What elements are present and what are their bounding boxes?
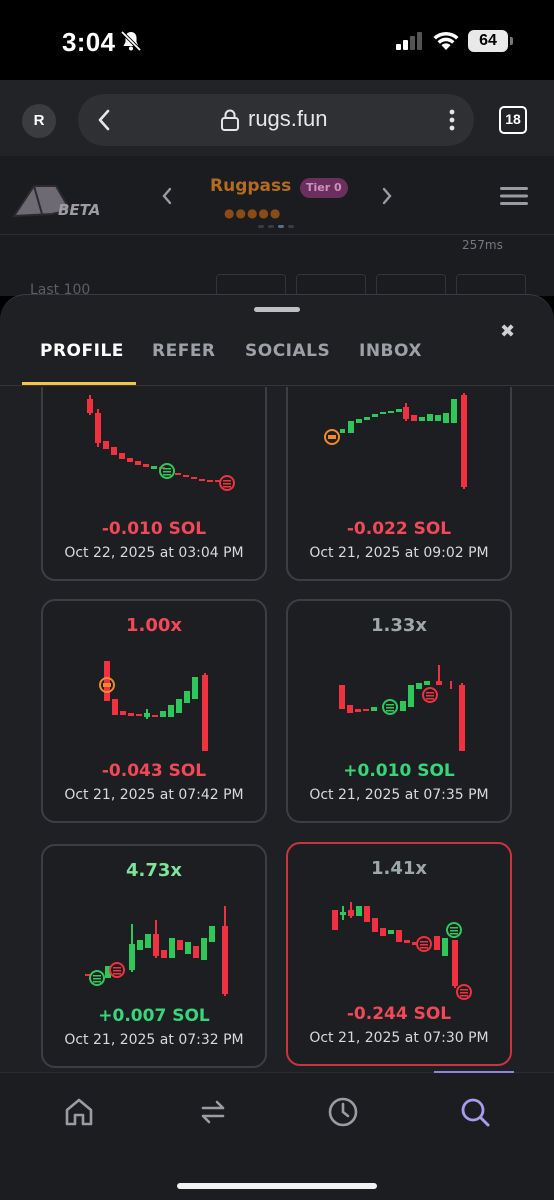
tab-inbox[interactable]: INBOX — [359, 341, 422, 361]
carousel-dots — [258, 225, 294, 228]
trade-date: Oct 21, 2025 at 07:32 PM — [64, 1032, 244, 1048]
search-icon[interactable] — [458, 1095, 492, 1129]
trade-card[interactable]: 1.33x +0.010 SOL Oct 21, 2025 at 07:35 P… — [286, 599, 512, 823]
tier-badge: Tier 0 — [300, 178, 348, 198]
trade-candle-chart — [332, 902, 472, 1000]
trade-pnl: +0.010 SOL — [343, 761, 455, 781]
swap-icon[interactable] — [196, 1095, 230, 1129]
app-header: BETA Rugpass Tier 0 ●●●●● 257ms Last 100 — [0, 156, 554, 302]
tab-switcher-button[interactable]: 18 — [499, 106, 527, 134]
profile-modal: ✖ PROFILE REFER SOCIALS INBOX -0.010 SOL… — [0, 294, 554, 1074]
url-text: rugs.fun — [248, 106, 328, 131]
more-vertical-icon[interactable] — [448, 108, 456, 132]
beta-badge: BETA — [58, 201, 101, 219]
trade-pnl: -0.010 SOL — [101, 519, 207, 539]
back-chevron-icon[interactable] — [96, 108, 112, 132]
bottom-navigation — [0, 1071, 554, 1200]
trade-pnl: -0.244 SOL — [346, 1004, 452, 1024]
trade-card-highlighted[interactable]: 1.41x -0.244 SOL Oct 21, 2025 at 07:30 P… — [286, 842, 512, 1066]
lock-icon — [221, 109, 239, 131]
active-nav-indicator — [434, 1071, 514, 1073]
next-chevron-icon[interactable] — [380, 186, 394, 206]
bell-muted-icon — [120, 30, 142, 52]
tab-refer[interactable]: REFER — [152, 341, 216, 361]
status-bar: 3:04 64 — [0, 0, 554, 80]
trade-pnl: +0.007 SOL — [98, 1006, 210, 1026]
trade-candle-chart — [99, 661, 208, 751]
battery-cap — [510, 37, 513, 45]
tabs-divider — [0, 385, 554, 386]
drag-handle[interactable] — [254, 307, 300, 312]
battery-level: 64 — [468, 30, 508, 52]
trade-candle-chart — [339, 665, 465, 751]
trade-date: Oct 21, 2025 at 07:30 PM — [309, 1030, 489, 1046]
trade-candle-chart — [85, 906, 228, 996]
trade-pnl: -0.022 SOL — [346, 519, 452, 539]
tab-socials[interactable]: SOCIALS — [245, 341, 330, 361]
cellular-signal-icon — [396, 32, 422, 50]
tab-profile[interactable]: PROFILE — [40, 341, 124, 361]
rugpass-title[interactable]: Rugpass — [210, 176, 291, 196]
home-indicator — [177, 1183, 377, 1189]
header-divider — [0, 234, 554, 235]
trade-card[interactable]: 4.73x +0.007 SOL Oct 21, 2025 at 07:32 P… — [41, 844, 267, 1068]
trade-pnl: -0.043 SOL — [101, 761, 207, 781]
wifi-icon — [433, 31, 459, 50]
trade-card[interactable]: -0.010 SOL Oct 22, 2025 at 03:04 PM — [41, 387, 267, 581]
trade-date: Oct 21, 2025 at 07:35 PM — [309, 787, 489, 803]
profile-avatar[interactable]: R — [22, 104, 56, 138]
trade-history-grid: -0.010 SOL Oct 22, 2025 at 03:04 PM -0.0… — [0, 387, 554, 1074]
home-icon[interactable] — [62, 1095, 96, 1129]
trade-date: Oct 21, 2025 at 09:02 PM — [309, 545, 489, 561]
menu-icon[interactable] — [500, 186, 528, 206]
close-icon[interactable]: ✖ — [500, 321, 515, 342]
trade-date: Oct 21, 2025 at 07:42 PM — [64, 787, 244, 803]
clock: 3:04 — [62, 27, 116, 57]
trade-date: Oct 22, 2025 at 03:04 PM — [64, 545, 244, 561]
trade-candle-chart — [324, 393, 467, 489]
prev-chevron-icon[interactable] — [160, 186, 174, 206]
trade-card[interactable]: 1.00x -0.043 SOL Oct 21, 2025 at 07:42 P… — [41, 599, 267, 823]
history-icon[interactable] — [326, 1095, 360, 1129]
address-bar[interactable]: rugs.fun — [78, 94, 474, 146]
trade-card[interactable]: -0.022 SOL Oct 21, 2025 at 09:02 PM — [286, 387, 512, 581]
browser-toolbar: R rugs.fun 18 — [0, 80, 554, 156]
pumpkin-icons: ●●●●● — [224, 206, 282, 220]
trade-candle-chart — [87, 395, 235, 491]
latency-readout: 257ms — [462, 238, 503, 252]
